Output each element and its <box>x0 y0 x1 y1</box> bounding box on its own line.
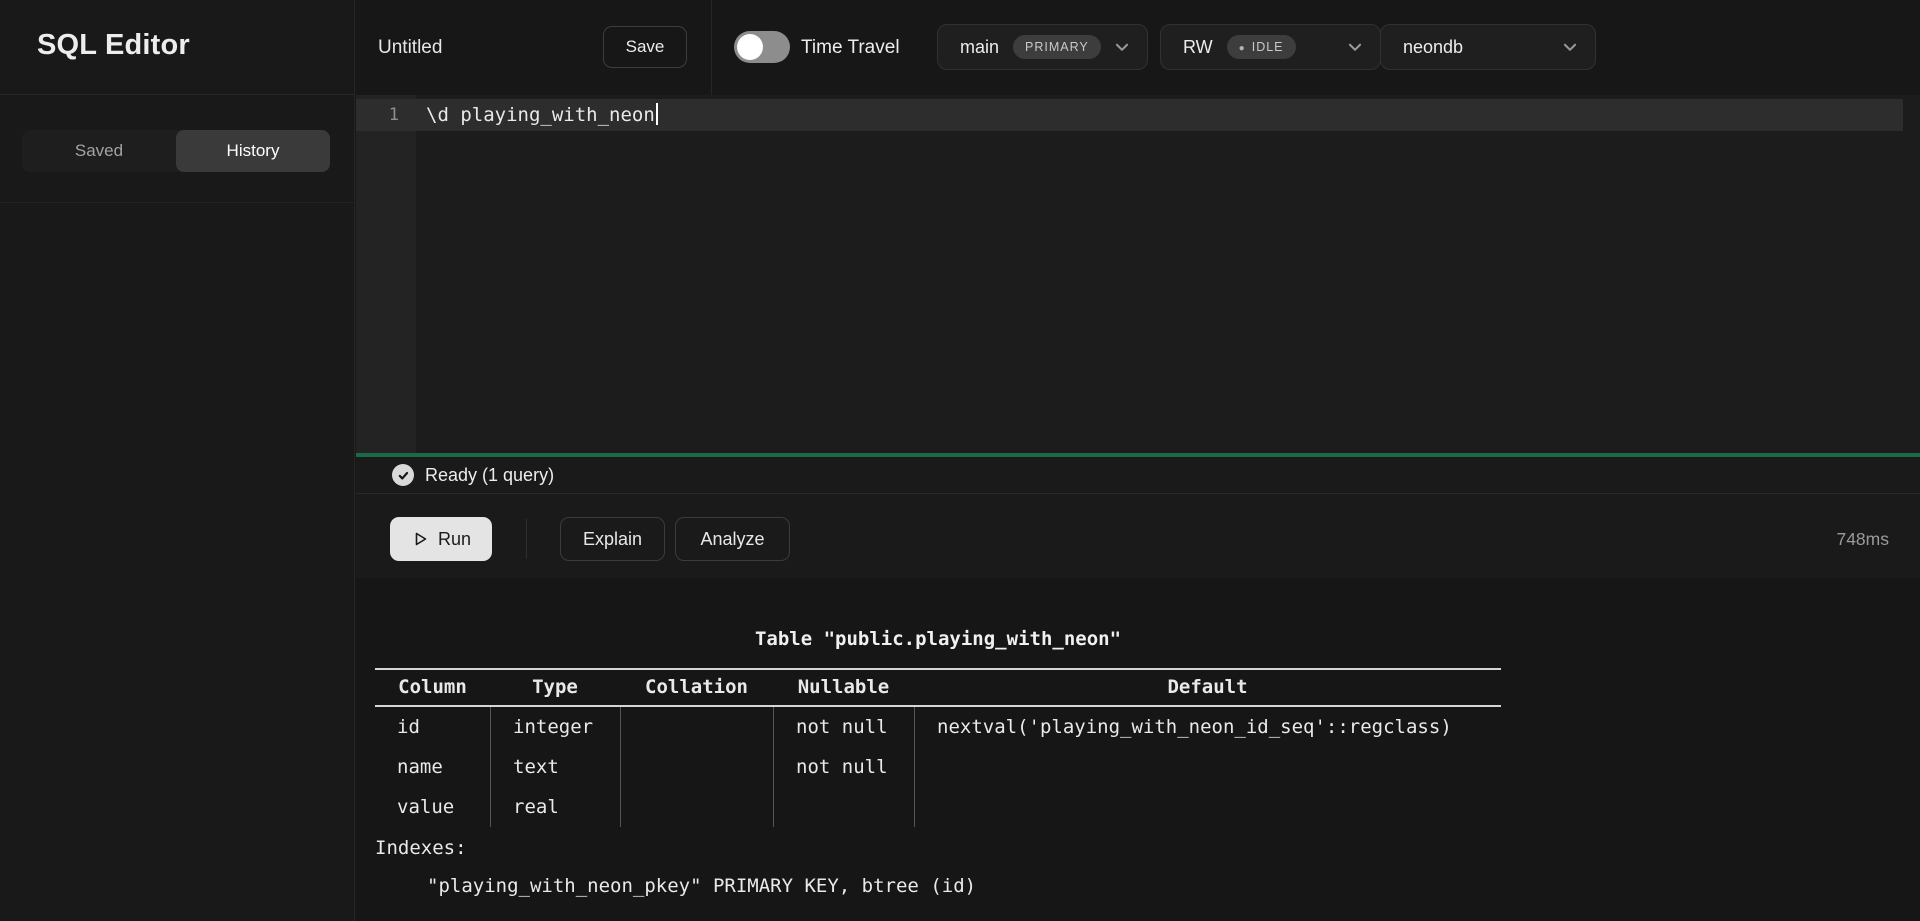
toggle-knob <box>737 34 763 60</box>
table-cell <box>914 787 1501 827</box>
tab-saved[interactable]: Saved <box>22 130 176 172</box>
column-header: Nullable <box>773 670 914 705</box>
table-cell <box>773 787 914 827</box>
time-travel-toggle[interactable] <box>734 31 790 63</box>
table-cell <box>620 747 773 787</box>
results-panel: Table "public.playing_with_neon" Column … <box>356 578 1920 921</box>
explain-button[interactable]: Explain <box>560 517 665 561</box>
branch-select[interactable]: main PRIMARY <box>937 24 1148 70</box>
index-entry: "playing_with_neon_pkey" PRIMARY KEY, bt… <box>375 871 976 901</box>
compute-status-badge: ● IDLE <box>1227 35 1296 59</box>
table-cell <box>914 747 1501 787</box>
idle-dot-icon: ● <box>1239 43 1246 54</box>
branch-primary-badge: PRIMARY <box>1013 35 1101 59</box>
table-cell <box>620 707 773 747</box>
time-travel-label: Time Travel <box>801 0 900 95</box>
compute-select[interactable]: RW ● IDLE <box>1160 24 1381 70</box>
saved-history-tabs: Saved History <box>22 130 330 172</box>
status-bar: Ready (1 query) <box>356 457 1920 494</box>
code-text: \d playing_with_neon <box>426 104 655 126</box>
table-cell: nextval('playing_with_neon_id_seq'::regc… <box>914 707 1501 747</box>
analyze-button[interactable]: Analyze <box>675 517 790 561</box>
sidebar-divider <box>0 202 354 203</box>
sidebar: SQL Editor Saved History <box>0 0 355 921</box>
sidebar-header: SQL Editor <box>0 0 354 95</box>
topbar: Untitled Save Time Travel main PRIMARY R… <box>356 0 1920 95</box>
result-table-title: Table "public.playing_with_neon" <box>375 624 1501 654</box>
compute-status: IDLE <box>1252 40 1284 54</box>
database-name: neondb <box>1403 37 1463 58</box>
text-cursor <box>656 103 658 125</box>
table-cell: integer <box>490 707 620 747</box>
compute-name: RW <box>1183 37 1213 58</box>
code-editor[interactable]: 1 \d playing_with_neon <box>356 95 1920 453</box>
table-cell: id <box>375 707 490 747</box>
branch-name: main <box>960 37 999 58</box>
table-cell: text <box>490 747 620 787</box>
table-cell: not null <box>773 747 914 787</box>
table-cell <box>620 787 773 827</box>
code-line: \d playing_with_neon <box>426 99 658 131</box>
run-button[interactable]: Run <box>390 517 492 561</box>
line-number: 1 <box>356 99 416 131</box>
toolbar-divider <box>526 519 527 559</box>
column-header: Column <box>375 670 490 705</box>
database-select[interactable]: neondb <box>1380 24 1596 70</box>
table-cell: not null <box>773 707 914 747</box>
status-text: Ready (1 query) <box>425 457 554 493</box>
sql-editor-app: SQL Editor Saved History Untitled Save T… <box>0 0 1920 921</box>
query-toolbar: Run Explain Analyze 748ms <box>356 494 1920 578</box>
table-cell: value <box>375 787 490 827</box>
query-duration: 748ms <box>1836 517 1889 561</box>
result-table-body: id integer not null nextval('playing_wit… <box>375 707 1501 827</box>
chevron-down-icon <box>1561 38 1579 56</box>
indexes-label: Indexes: <box>375 833 467 863</box>
editor-gutter <box>356 95 416 453</box>
table-cell: name <box>375 747 490 787</box>
query-name: Untitled <box>378 0 442 95</box>
play-icon <box>411 530 429 548</box>
column-header: Type <box>490 670 620 705</box>
check-circle-icon <box>392 464 414 486</box>
main-panel: Untitled Save Time Travel main PRIMARY R… <box>356 0 1920 921</box>
chevron-down-icon <box>1113 38 1131 56</box>
result-table-header: Column Type Collation Nullable Default <box>375 668 1501 707</box>
page-title: SQL Editor <box>37 29 190 62</box>
editor-active-line: 1 \d playing_with_neon <box>356 99 1903 131</box>
save-button[interactable]: Save <box>603 26 687 68</box>
column-header: Default <box>914 670 1501 705</box>
tab-history[interactable]: History <box>176 130 330 172</box>
table-cell: real <box>490 787 620 827</box>
topbar-divider <box>711 0 712 95</box>
run-label: Run <box>438 529 471 550</box>
chevron-down-icon <box>1346 38 1364 56</box>
column-header: Collation <box>620 670 773 705</box>
